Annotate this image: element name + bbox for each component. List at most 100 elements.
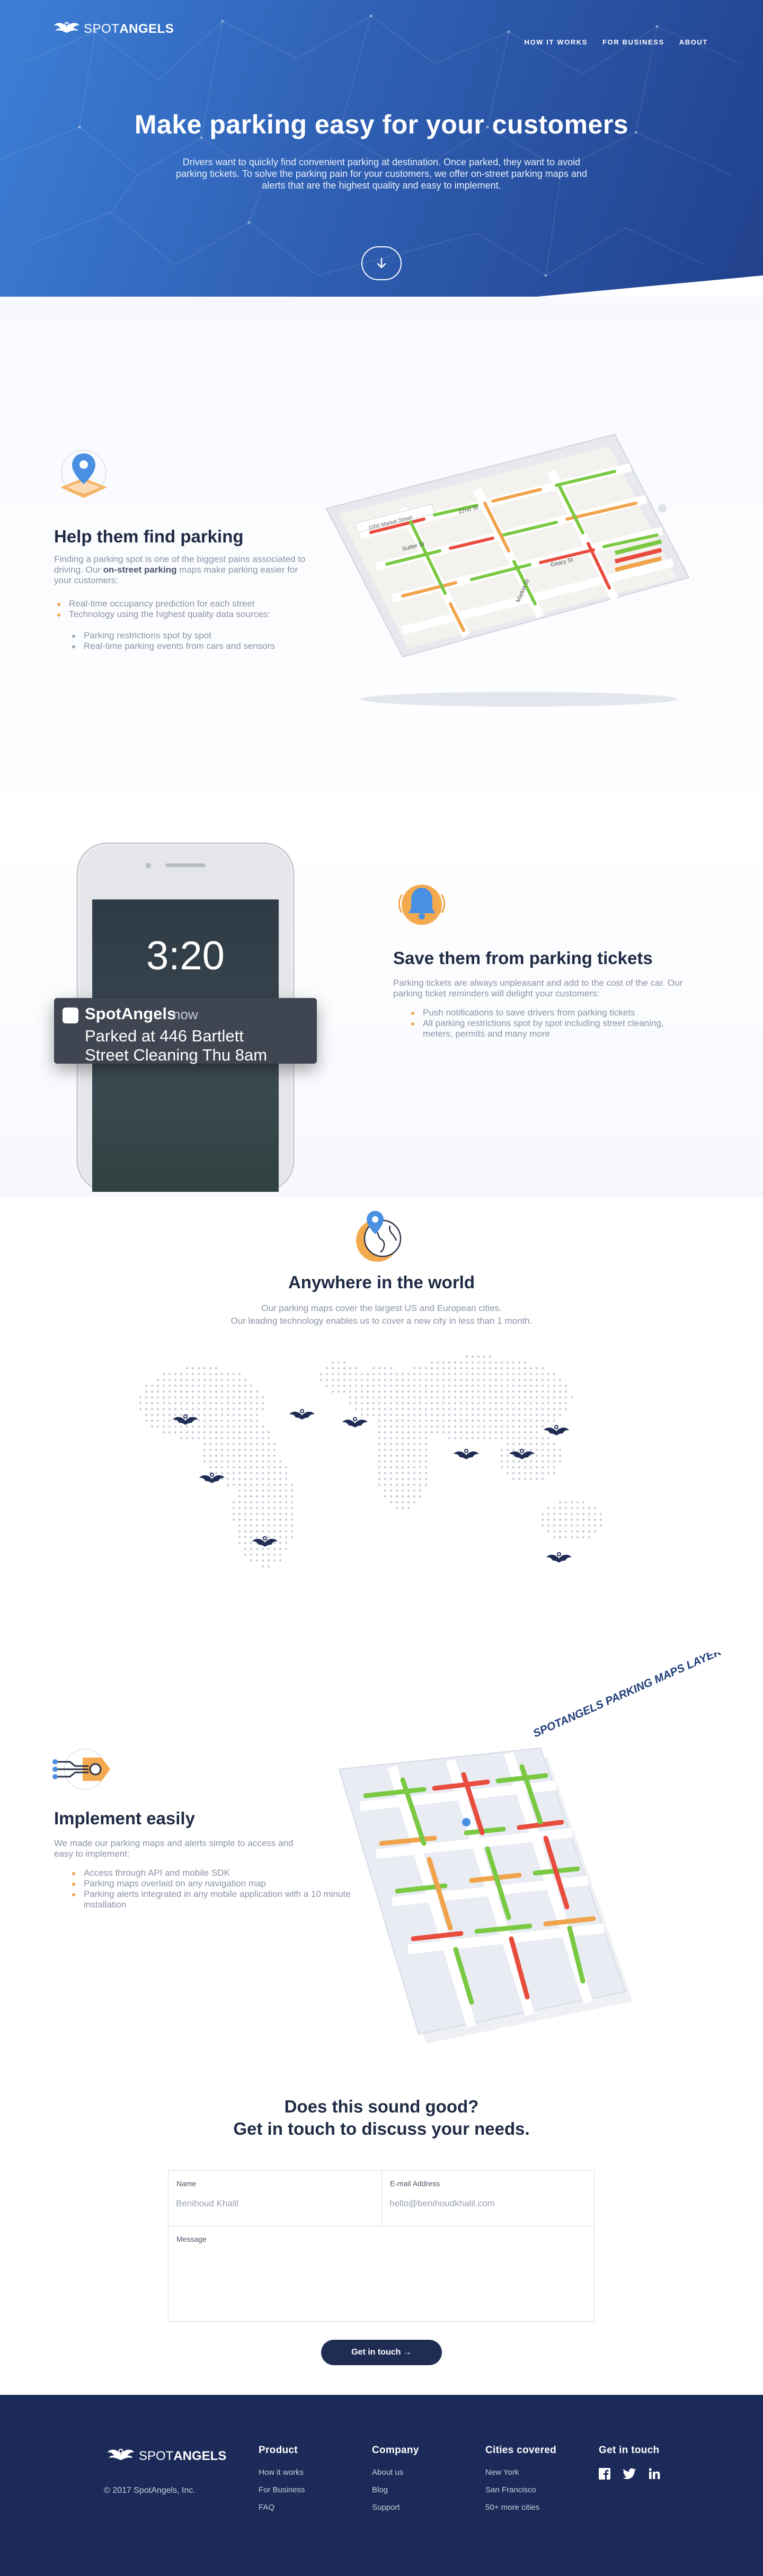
- facebook-icon[interactable]: [599, 2468, 610, 2480]
- name-input[interactable]: [176, 2198, 372, 2209]
- city-marker-icon: [173, 1414, 198, 1425]
- tickets-text: Parking tickets are always unpleasant an…: [393, 978, 683, 999]
- footer-link[interactable]: Blog: [372, 2485, 419, 2494]
- footer: SPOTANGELS © 2017 SpotAngels, Inc. Produ…: [0, 2395, 763, 2576]
- bell-icon: [398, 885, 445, 925]
- nav-for-business[interactable]: FOR BUSINESS: [602, 38, 664, 46]
- footer-logo[interactable]: SPOTANGELS: [106, 2447, 226, 2466]
- email-field: E-mail Address: [382, 2171, 595, 2226]
- logo-word-bold: ANGELS: [173, 2449, 227, 2463]
- footer-col-product: Product How it works For Business FAQ: [259, 2445, 305, 2520]
- logo-word-bold: ANGELS: [119, 22, 174, 36]
- list-item: Parking alerts integrated in any mobile …: [69, 1889, 355, 1910]
- notification-app-name: SpotAngels: [85, 1004, 176, 1023]
- hero-subtitle: Drivers want to quickly find convenient …: [176, 157, 587, 191]
- footer-col-title: Company: [372, 2445, 419, 2456]
- scroll-down-button[interactable]: [361, 246, 402, 280]
- find-parking-text-bold: on-street parking: [103, 565, 177, 575]
- footer-link[interactable]: New York: [485, 2468, 556, 2477]
- name-label: Name: [176, 2179, 197, 2188]
- angel-wings-icon: [54, 22, 79, 33]
- tickets-title: Save them from parking tickets: [393, 948, 653, 968]
- social-links: [599, 2468, 660, 2480]
- footer-link[interactable]: 50+ more cities: [485, 2503, 556, 2512]
- city-marker-icon: [252, 1536, 278, 1547]
- footer-col-title: Get in touch: [599, 2445, 660, 2456]
- nav-about[interactable]: ABOUT: [679, 38, 708, 46]
- world-title: Anywhere in the world: [288, 1272, 475, 1292]
- footer-link[interactable]: For Business: [259, 2485, 305, 2494]
- isometric-parking-map: SPOTANGELS PARKING MAPS LAYER: [338, 1653, 724, 2044]
- contact-form: Name E-mail Address Message: [168, 2170, 595, 2322]
- list-item: Real-time parking events from cars and s…: [69, 641, 334, 652]
- linkedin-icon[interactable]: [649, 2468, 660, 2480]
- name-field: Name: [168, 2171, 382, 2226]
- phone-clock: 3:20: [146, 933, 225, 978]
- footer-link[interactable]: About us: [372, 2468, 419, 2477]
- list-item: Technology using the highest quality dat…: [54, 609, 319, 620]
- contact-line1: Does this sound good?: [284, 2097, 479, 2116]
- world-line2: Our leading technology enables us to cov…: [230, 1316, 533, 1326]
- circuit-icon: [52, 1749, 110, 1790]
- list-item: Parking restrictions spot by spot: [69, 630, 334, 641]
- map-pin-icon: [60, 450, 107, 498]
- list-item: Real-time occupancy prediction for each …: [54, 599, 319, 609]
- find-parking-title: Help them find parking: [54, 527, 244, 546]
- footer-col-title: Cities covered: [485, 2445, 557, 2456]
- list-item: Push notifications to save drivers from …: [408, 1008, 684, 1018]
- hero-title: Make parking easy for your customers: [134, 110, 629, 139]
- angel-wings-icon: [107, 2448, 135, 2461]
- notification-line2: Street Cleaning Thu 8am: [85, 1046, 268, 1064]
- world-line1: Our parking maps cover the largest US an…: [261, 1303, 502, 1313]
- logo-word-light: SPOT: [139, 2449, 174, 2463]
- list-item: Access through API and mobile SDK: [69, 1868, 355, 1878]
- find-parking-sublist: Parking restrictions spot by spot Real-t…: [69, 630, 334, 652]
- notification-line1: Parked at 446 Bartlett: [85, 1027, 244, 1045]
- get-in-touch-button[interactable]: Get in touch →: [321, 2340, 442, 2365]
- logo-word-light: SPOT: [84, 22, 120, 36]
- city-marker-icon: [544, 1425, 569, 1436]
- notification-time: now: [173, 1006, 198, 1022]
- email-input[interactable]: [389, 2198, 585, 2209]
- footer-link[interactable]: San Francisco: [485, 2485, 556, 2494]
- city-marker-icon: [454, 1449, 479, 1459]
- top-nav: HOW IT WORKS FOR BUSINESS ABOUT: [524, 38, 708, 46]
- message-field: Message: [168, 2226, 595, 2322]
- contact-title: Does this sound good? Get in touch to di…: [0, 2096, 763, 2140]
- copyright: © 2017 SpotAngels, Inc.: [104, 2486, 196, 2495]
- city-marker-icon: [546, 1552, 572, 1563]
- city-marker-icon: [289, 1409, 315, 1420]
- footer-link[interactable]: FAQ: [259, 2503, 305, 2512]
- find-parking-list: Real-time occupancy prediction for each …: [54, 599, 319, 620]
- page: SPOTANGELS HOW IT WORKS FOR BUSINESS ABO…: [0, 0, 763, 2576]
- nav-how-it-works[interactable]: HOW IT WORKS: [524, 38, 588, 46]
- app-icon: [63, 1008, 78, 1023]
- push-notification: SpotAngels now Parked at 446 Bartlett St…: [54, 998, 317, 1064]
- footer-col-title: Product: [259, 2445, 298, 2456]
- city-marker-icon: [342, 1417, 368, 1428]
- list-item: Parking maps overlaid on any navigation …: [69, 1878, 355, 1889]
- footer-col-cities: Cities covered New York San Francisco 50…: [485, 2445, 556, 2520]
- contact-line2: Get in touch to discuss your needs.: [233, 2119, 530, 2138]
- list-item: All parking restrictions spot by spot in…: [408, 1018, 684, 1039]
- tablet-map-illustration: 1000 Market Street 22nd St Sutter St Mar…: [325, 433, 690, 707]
- footer-col-social: Get in touch: [599, 2445, 660, 2480]
- footer-link[interactable]: How it works: [259, 2468, 305, 2477]
- message-input[interactable]: [176, 2250, 584, 2313]
- globe-pin-icon: [356, 1211, 402, 1262]
- footer-link[interactable]: Support: [372, 2503, 419, 2512]
- find-parking-text: Finding a parking spot is one of the big…: [54, 554, 308, 586]
- implement-list: Access through API and mobile SDK Parkin…: [69, 1868, 355, 1910]
- message-label: Message: [176, 2235, 207, 2243]
- tickets-list: Push notifications to save drivers from …: [408, 1008, 684, 1039]
- implement-title: Implement easily: [54, 1808, 195, 1828]
- city-marker-icon: [199, 1473, 225, 1483]
- footer-col-company: Company About us Blog Support: [372, 2445, 419, 2520]
- layer-label: SPOTANGELS PARKING MAPS LAYER: [531, 1653, 724, 1740]
- dotted-world-map: [139, 1355, 602, 1568]
- logo[interactable]: SPOTANGELS: [53, 20, 174, 38]
- arrow-down-icon: [377, 257, 386, 269]
- twitter-icon[interactable]: [623, 2468, 636, 2480]
- email-label: E-mail Address: [390, 2179, 440, 2188]
- implement-text: We made our parking maps and alerts simp…: [54, 1838, 294, 1859]
